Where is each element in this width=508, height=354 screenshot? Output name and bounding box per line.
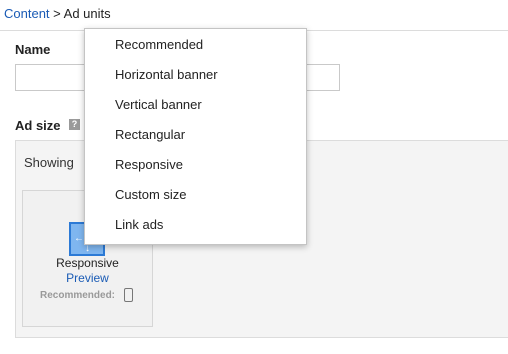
menu-item-recommended[interactable]: Recommended	[85, 30, 306, 60]
breadcrumb-separator: >	[53, 6, 61, 21]
menu-item-responsive[interactable]: Responsive	[85, 150, 306, 180]
menu-item-custom-size[interactable]: Custom size	[85, 180, 306, 210]
arrow-down-icon: ↓	[85, 243, 90, 254]
breadcrumb-link-content[interactable]: Content	[4, 6, 50, 21]
arrow-left-icon: ←	[74, 233, 84, 244]
help-icon[interactable]: ?	[69, 119, 80, 130]
recommended-label: Recommended:	[40, 290, 116, 301]
preview-link[interactable]: Preview	[22, 271, 153, 285]
menu-item-vertical-banner[interactable]: Vertical banner	[85, 90, 306, 120]
breadcrumb: Content > Ad units	[4, 6, 111, 21]
name-label: Name	[15, 42, 51, 57]
menu-item-link-ads[interactable]: Link ads	[85, 210, 306, 240]
ad-type-dropdown-menu: Recommended Horizontal banner Vertical b…	[84, 28, 307, 245]
menu-item-rectangular[interactable]: Rectangular	[85, 120, 306, 150]
mobile-phone-icon	[124, 288, 133, 302]
breadcrumb-current: Ad units	[63, 6, 111, 21]
showing-label: Showing	[24, 155, 74, 170]
ad-size-label: Ad size	[15, 118, 61, 133]
card-title: Responsive	[56, 256, 119, 270]
menu-item-horizontal-banner[interactable]: Horizontal banner	[85, 60, 306, 90]
